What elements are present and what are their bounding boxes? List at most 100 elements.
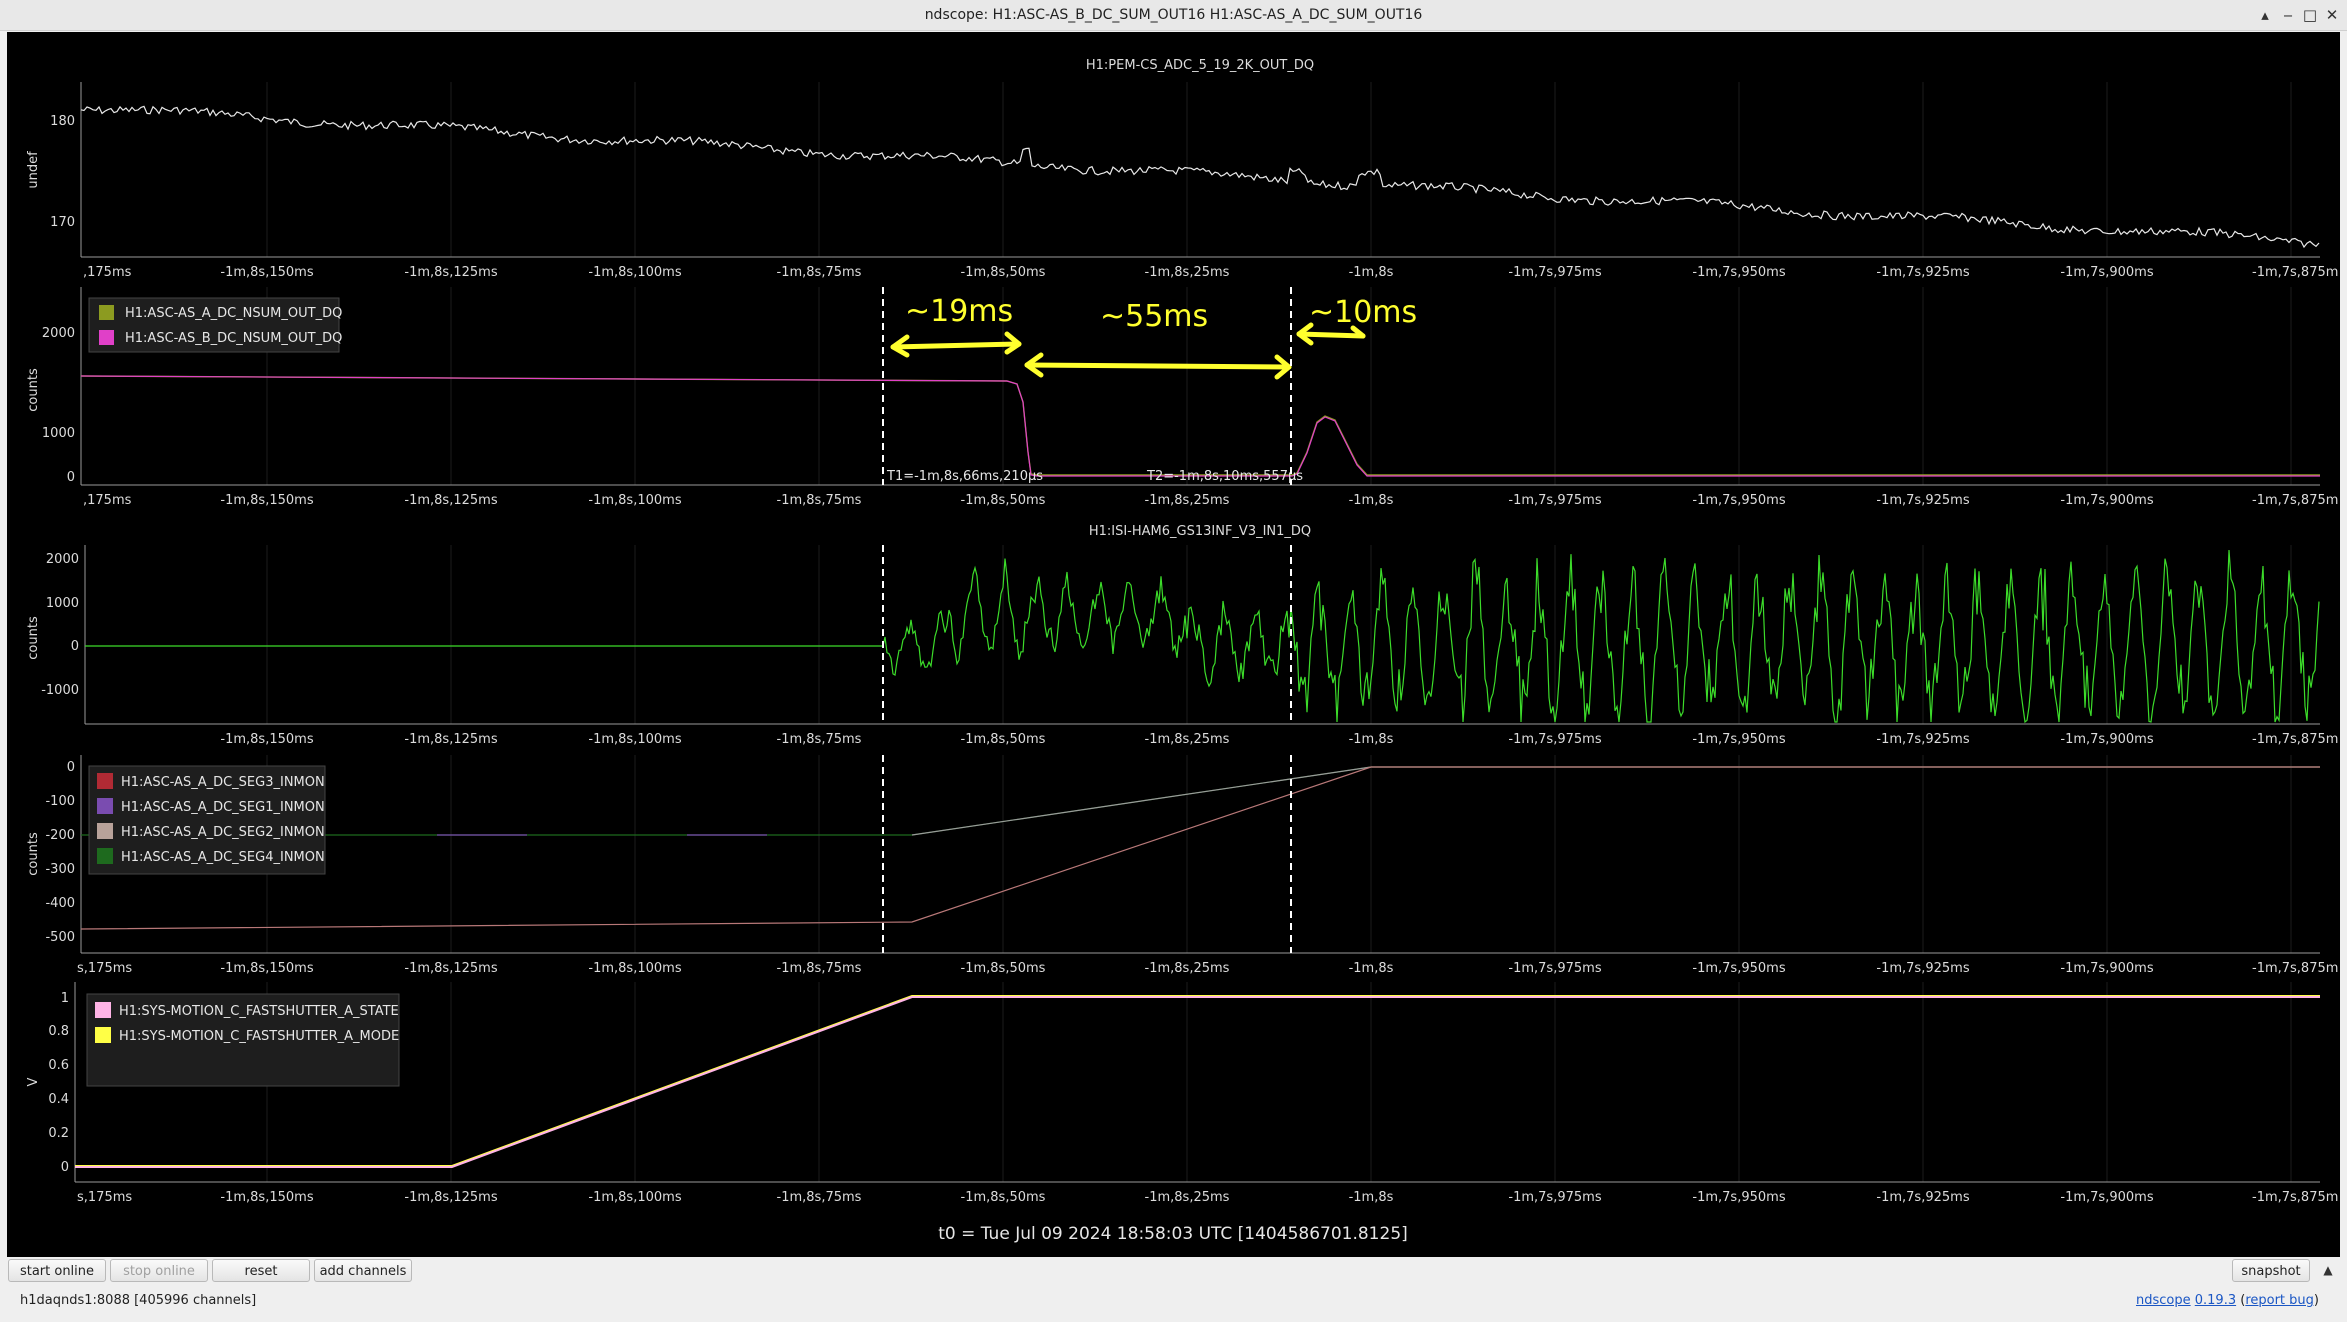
plot-4-legend: H1:ASC-AS_A_DC_SEG3_INMON H1:ASC-AS_A_DC… [88, 765, 326, 875]
xtick: -1m,8s [1349, 961, 1394, 976]
xtick: -1m,7s,950ms [1692, 732, 1785, 747]
plot-4-ytick: -400 [45, 896, 75, 911]
xtick: -1m,7s,875m [2252, 265, 2338, 280]
stop-online-label: stop online [123, 1264, 195, 1279]
cursor-t1-label: T1=-1m,8s,66ms,210μs [886, 469, 1043, 484]
plot-2-legend: H1:ASC-AS_A_DC_NSUM_OUT_DQ H1:ASC-AS_B_D… [88, 297, 342, 353]
xtick: -1m,7s,925ms [1876, 961, 1969, 976]
xtick: -1m,8s,75ms [777, 493, 862, 508]
plot-4-ytick: -300 [45, 862, 75, 877]
t0-label: t0 = Tue Jul 09 2024 18:58:03 UTC [14045… [938, 1224, 1408, 1244]
plot-1-trace [80, 105, 2320, 249]
plot-5-ytick: 0.2 [48, 1126, 69, 1141]
plot-5-ytick: 0 [61, 1160, 69, 1175]
xtick: -1m,7s,950ms [1692, 961, 1785, 976]
legend-label: H1:SYS-MOTION_C_FASTSHUTTER_A_MODE [119, 1029, 399, 1044]
xtick: -1m,8s,125ms [404, 732, 497, 747]
plot-2[interactable]: counts 2000 1000 0 H1:ASC-AS_A_DC_NSUM_O… [26, 287, 2338, 508]
reset-button[interactable]: reset [212, 1259, 310, 1282]
xtick: -1m,8s [1349, 732, 1394, 747]
ndscope-link[interactable]: ndscope [2136, 1293, 2191, 1308]
xtick: ,175ms [83, 493, 132, 508]
xtick: -1m,8s [1349, 265, 1394, 280]
plot-1-ytick: 180 [50, 114, 75, 129]
plot-1-ylabel: undef [26, 151, 41, 189]
maximize-icon[interactable]: □ [2300, 4, 2320, 26]
plot-1-title: H1:PEM-CS_ADC_5_19_2K_OUT_DQ [1086, 58, 1314, 73]
snapshot-button[interactable]: snapshot [2232, 1259, 2310, 1282]
xtick: -1m,7s,925ms [1876, 265, 1969, 280]
xtick: -1m,8s [1349, 493, 1394, 508]
plot-area[interactable]: H1:PEM-CS_ADC_5_19_2K_OUT_DQ undef 180 1… [7, 32, 2340, 1257]
xtick: -1m,7s,900ms [2060, 1190, 2153, 1205]
plot-2-ytick: 1000 [42, 426, 75, 441]
plot-4-ytick: -200 [45, 828, 75, 843]
plot-canvas[interactable]: H1:PEM-CS_ADC_5_19_2K_OUT_DQ undef 180 1… [7, 32, 2340, 1257]
xtick: -1m,7s,900ms [2060, 265, 2153, 280]
plot-5[interactable]: V 1 0.8 0.6 0.4 0.2 0 H1:SYS-MOTION_C_FA… [26, 982, 2338, 1205]
xtick: -1m,8s,75ms [777, 732, 862, 747]
legend-swatch [95, 1027, 111, 1043]
legend-swatch [97, 773, 113, 789]
plot-5-ytick: 0.4 [48, 1092, 69, 1107]
plot-2-ytick: 2000 [42, 326, 75, 341]
start-online-label: start online [19, 1264, 95, 1279]
xtick: -1m,8s,25ms [1145, 265, 1230, 280]
plot-5-ytick: 1 [61, 991, 69, 1006]
xtick: -1m,7s,875m [2252, 1190, 2338, 1205]
xtick: -1m,8s,75ms [777, 265, 862, 280]
xtick: -1m,8s,125ms [404, 961, 497, 976]
add-channels-label: add channels [319, 1264, 407, 1279]
plot-2-ylabel: counts [26, 368, 41, 412]
plot-5-ytick: 0.8 [48, 1024, 69, 1039]
minimize-icon[interactable]: ‒ [2278, 4, 2298, 26]
plot-4[interactable]: counts 0 -100 -200 -300 -400 -500 H1:ASC… [26, 755, 2338, 976]
close-icon[interactable]: ✕ [2322, 4, 2342, 26]
add-channels-button[interactable]: add channels [314, 1259, 412, 1282]
annotation-55ms: ~55ms [1100, 299, 1208, 334]
plot-4-ytick: -500 [45, 930, 75, 945]
time-cursors[interactable] [882, 287, 1292, 953]
annotation-19ms: ~19ms [905, 294, 1013, 329]
footer-links: ndscope 0.19.3 (report bug) [2135, 1293, 2319, 1308]
plot-5-xticks: s,175ms -1m,8s,150ms -1m,8s,125ms -1m,8s… [77, 1190, 2338, 1205]
plot-1[interactable]: H1:PEM-CS_ADC_5_19_2K_OUT_DQ undef 180 1… [26, 58, 2338, 280]
legend-swatch [99, 330, 114, 345]
report-bug-link[interactable]: report bug [2245, 1293, 2314, 1308]
plot-2-ytick: 0 [67, 470, 75, 485]
legend-label: H1:SYS-MOTION_C_FASTSHUTTER_A_STATE [119, 1004, 399, 1019]
plot-2-trace-a [80, 375, 2320, 476]
plot-3-ytick: 1000 [46, 596, 79, 611]
xtick: -1m,7s,925ms [1876, 493, 1969, 508]
xtick: -1m,7s,975ms [1508, 732, 1601, 747]
xtick: s,175ms [77, 1190, 132, 1205]
plot-3[interactable]: H1:ISI-HAM6_GS13INF_V3_IN1_DQ counts 200… [26, 524, 2338, 747]
xtick: -1m,8s,50ms [961, 732, 1046, 747]
version-link[interactable]: 0.19.3 [2195, 1293, 2236, 1308]
stop-online-button[interactable]: stop online [110, 1259, 208, 1282]
expand-up-icon[interactable]: ▲ [2318, 1259, 2338, 1282]
plot-3-ylabel: counts [26, 616, 41, 660]
xtick: -1m,7s,925ms [1876, 732, 1969, 747]
legend-label: H1:ASC-AS_A_DC_SEG1_INMON [121, 800, 325, 815]
xtick: -1m,7s,900ms [2060, 961, 2153, 976]
legend-label: H1:ASC-AS_B_DC_NSUM_OUT_DQ [125, 331, 342, 346]
xtick: -1m,8s,50ms [961, 1190, 1046, 1205]
xtick: -1m,7s,875m [2252, 493, 2338, 508]
plot-2-trace-b [80, 375, 2320, 477]
plot-5-trace-state [75, 996, 2320, 1168]
restore-icon[interactable]: ▴ [2255, 4, 2275, 26]
status-bar-text: h1daqnds1:8088 [405996 channels] [20, 1293, 257, 1308]
xtick: -1m,8s,100ms [588, 961, 681, 976]
plot-3-xticks: -1m,8s,150ms -1m,8s,125ms -1m,8s,100ms -… [220, 732, 2338, 747]
xtick: -1m,8s,150ms [220, 493, 313, 508]
plot-5-legend: H1:SYS-MOTION_C_FASTSHUTTER_A_STATE H1:S… [86, 993, 400, 1087]
xtick: -1m,8s,75ms [777, 961, 862, 976]
legend-label: H1:ASC-AS_A_DC_SEG2_INMON [121, 825, 325, 840]
legend-swatch [97, 848, 113, 864]
xtick: -1m,7s,900ms [2060, 493, 2153, 508]
plot-1-ytick: 170 [50, 215, 75, 230]
start-online-button[interactable]: start online [8, 1259, 106, 1282]
xtick: -1m,7s,975ms [1508, 961, 1601, 976]
xtick: -1m,8s,50ms [961, 961, 1046, 976]
